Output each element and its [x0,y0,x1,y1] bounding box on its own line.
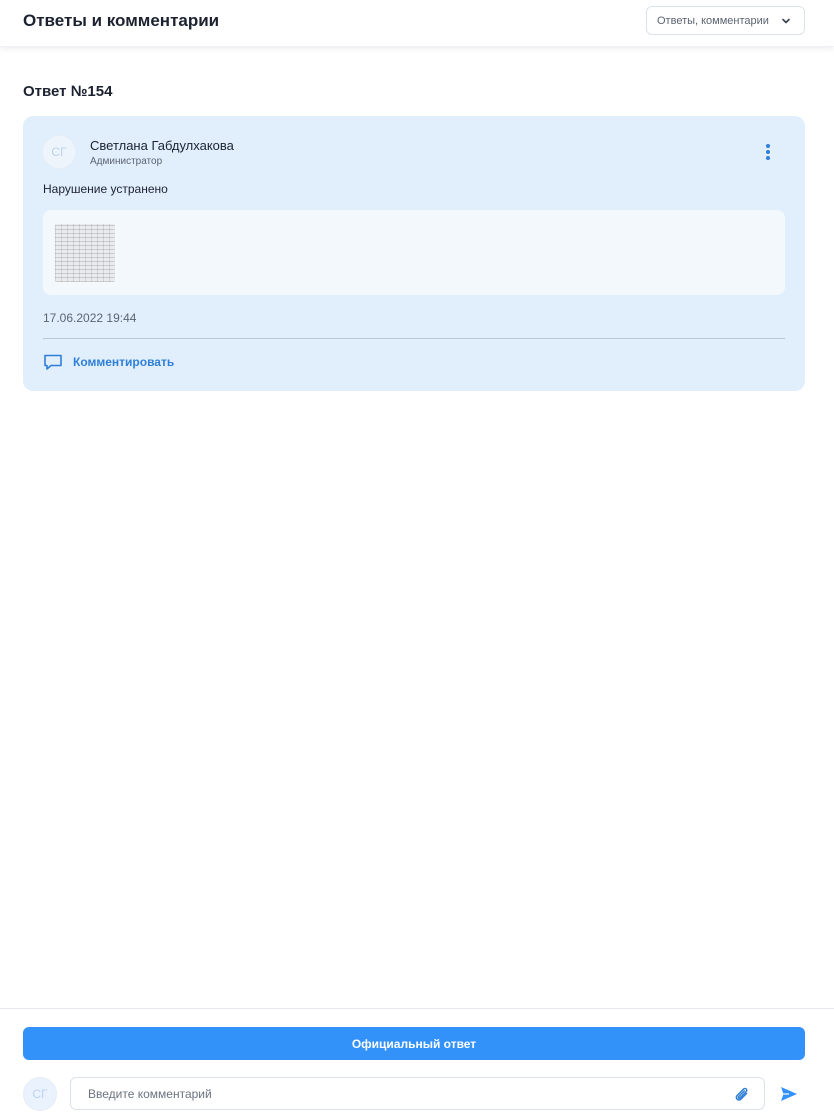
top-header: Ответы и комментарии Ответы, комментарии [0,0,834,47]
official-answer-button[interactable]: Официальный ответ [23,1027,805,1060]
send-icon[interactable] [779,1085,799,1103]
comment-input-wrapper [70,1077,765,1110]
answer-heading: Ответ №154 [23,83,113,100]
answer-timestamp: 17.06.2022 19:44 [43,311,137,325]
filter-select-value: Ответы, комментарии [657,14,769,27]
bottom-bar: Официальный ответ СГ [0,1008,834,1115]
more-vertical-icon [761,144,775,160]
page-title: Ответы и комментарии [23,11,220,30]
author-role: Администратор [90,156,163,167]
attachments-area [43,210,785,295]
comment-button-label: Комментировать [73,355,175,369]
answer-card: СГ Светлана Габдулхакова Администратор Н… [23,116,805,391]
divider [43,338,785,339]
chevron-down-icon [782,18,790,24]
more-options-button[interactable] [761,144,775,162]
author-name: Светлана Габдулхакова [90,138,234,153]
attachment-thumbnail[interactable] [55,224,115,282]
avatar: СГ [42,135,76,169]
comment-input[interactable] [71,1078,721,1109]
current-user-avatar: СГ [23,1077,57,1111]
answer-text: Нарушение устранено [43,182,168,196]
filter-select[interactable]: Ответы, комментарии [646,6,805,35]
paperclip-icon[interactable] [732,1084,752,1104]
comment-bubble-icon [44,354,62,370]
comment-button[interactable]: Комментировать [43,351,174,373]
